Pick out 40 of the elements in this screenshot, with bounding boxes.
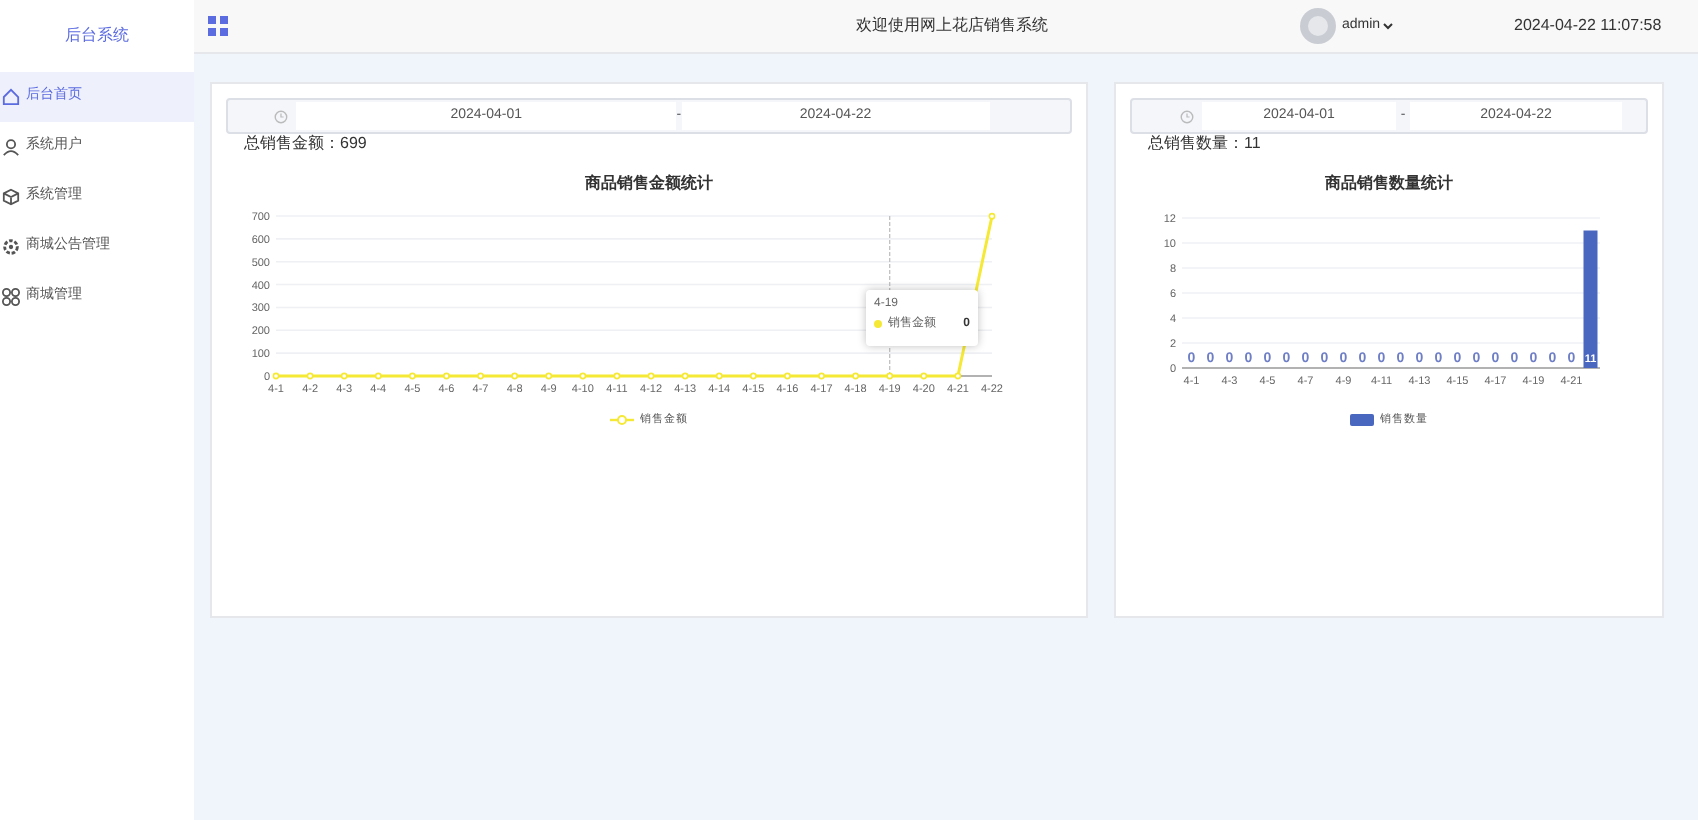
data-point — [477, 372, 484, 380]
data-point — [681, 372, 689, 380]
data-point — [306, 372, 314, 380]
header-datetime: 2024-04-22 11:07:58 — [1514, 14, 1662, 38]
data-point — [954, 372, 962, 380]
data-point — [784, 372, 791, 380]
data-point — [511, 372, 519, 380]
clock-icon — [1180, 109, 1194, 123]
data-point — [852, 372, 859, 380]
gear-icon — [2, 238, 20, 256]
data-point — [408, 372, 416, 380]
data-point — [613, 372, 621, 380]
chart-title: 商品销售数量统计 — [1323, 172, 1455, 196]
user-icon — [2, 138, 20, 156]
data-point — [749, 372, 757, 380]
clock-icon — [274, 109, 288, 123]
data-point — [886, 372, 894, 380]
data-point — [647, 372, 655, 380]
data-point — [715, 372, 723, 380]
data-point — [988, 212, 996, 220]
data-point — [818, 372, 825, 380]
data-point — [374, 372, 382, 380]
total-label: 总销售数量：11 — [1148, 134, 1263, 154]
data-point — [579, 372, 587, 380]
grid-icon — [2, 288, 20, 306]
sidebar-title: 后台系统 — [65, 24, 129, 48]
caret-icon — [1382, 20, 1395, 32]
data-point — [272, 372, 280, 380]
data-point — [340, 372, 348, 380]
bar — [1583, 230, 1598, 368]
chart-title: 商品销售金额统计 — [583, 172, 715, 196]
data-point — [545, 372, 553, 380]
home-icon — [2, 88, 20, 106]
data-point — [443, 372, 450, 380]
header-title: 欢迎使用网上花店销售系统 — [856, 14, 1048, 38]
legend-bar-icon[interactable] — [1350, 414, 1374, 427]
cube-icon — [2, 188, 20, 206]
grid-icon[interactable] — [208, 16, 228, 36]
total-label: 总销售金额：699 — [244, 134, 369, 154]
data-point — [920, 372, 928, 380]
